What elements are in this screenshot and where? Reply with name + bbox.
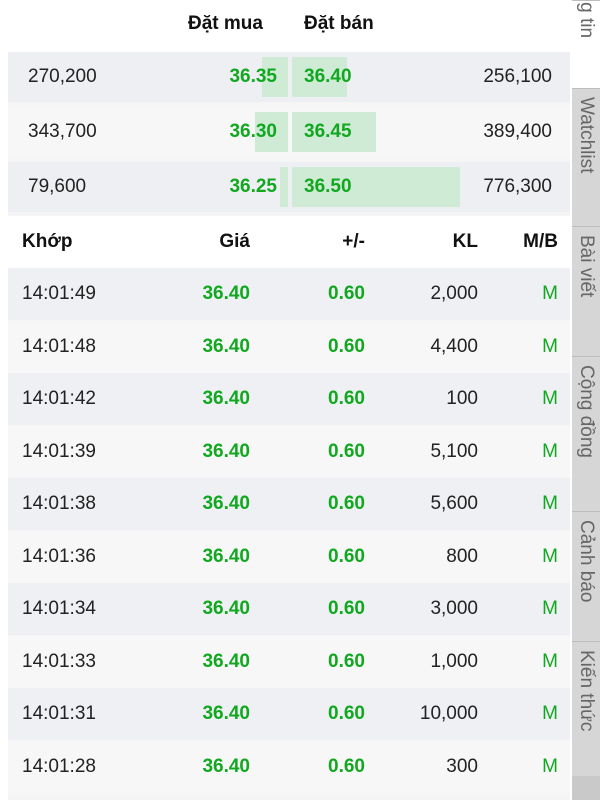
trade-change: 0.60	[328, 493, 365, 514]
side-tab[interactable]: Cảnh báo	[572, 511, 600, 641]
trade-row: 14:01:39 36.40 0.60 5,100 M	[8, 425, 570, 478]
trade-time: 14:01:39	[22, 440, 96, 462]
ask-volume: 776,300	[483, 176, 552, 197]
trade-volume: 100	[446, 388, 478, 409]
side-tab-bar: ông tin Watchlist Bài viết Cộng đồng Cảnh bá…	[572, 0, 600, 800]
trade-row: 14:01:33 36.40 0.60 1,000 M	[8, 635, 570, 688]
trade-row: 14:01:48 36.40 0.60 4,400 M	[8, 320, 570, 373]
side-tab[interactable]: Bài viết	[572, 226, 600, 356]
bid-price: 36.35	[229, 66, 277, 87]
ask-price: 36.40	[304, 66, 352, 87]
trade-volume: 800	[446, 545, 478, 567]
order-book-row: 270,200 36.35 36.40 256,100	[8, 52, 570, 102]
trade-side: M	[542, 598, 558, 619]
trade-time: 14:01:36	[22, 545, 96, 567]
trade-price: 36.40	[202, 283, 250, 304]
ask-header: Đặt bán	[304, 13, 374, 34]
price-header: Giá	[219, 231, 250, 252]
order-book-header: Đặt mua Đặt bán	[8, 0, 570, 52]
ask-price: 36.45	[304, 121, 352, 142]
trade-row: 14:01:31 36.40 0.60 10,000 M	[8, 688, 570, 740]
volume-header: KL	[452, 231, 478, 252]
trade-volume: 300	[446, 755, 478, 777]
trade-volume: 10,000	[419, 703, 478, 724]
side-tab[interactable]: Cộng đồng	[572, 356, 600, 511]
time-header: Khớp	[22, 231, 73, 252]
trade-price: 36.40	[202, 545, 250, 567]
trade-change: 0.60	[328, 755, 365, 777]
bid-volume: 79,600	[28, 176, 87, 197]
trade-row: 14:01:36 36.40 0.60 800 M	[8, 530, 570, 583]
trade-time: 14:01:42	[22, 388, 96, 409]
trade-change: 0.60	[328, 335, 365, 357]
trade-time: 14:01:49	[22, 283, 96, 304]
trade-side: M	[542, 440, 558, 462]
bid-volume: 343,700	[28, 121, 97, 142]
trade-time: 14:01:34	[22, 598, 96, 619]
side-tab[interactable]: Kiến thức	[572, 641, 600, 776]
trade-time: 14:01:48	[22, 335, 96, 357]
trade-change: 0.60	[328, 388, 365, 409]
trade-row: 14:01:38 36.40 0.60 5,600 M	[8, 478, 570, 530]
side-tab-label: Watchlist	[576, 97, 597, 174]
side-tab-label: ông tin	[576, 0, 597, 39]
trade-change: 0.60	[328, 598, 365, 619]
side-tab[interactable]: ông tin	[572, 0, 600, 88]
side-tab-label: Bài viết	[576, 235, 597, 298]
trade-change: 0.60	[328, 283, 365, 304]
trade-price: 36.40	[202, 388, 250, 409]
bid-volume: 270,200	[28, 66, 97, 87]
ask-volume: 389,400	[483, 121, 552, 142]
trade-volume: 4,400	[430, 335, 478, 357]
trade-volume: 3,000	[430, 598, 478, 619]
trade-price: 36.40	[202, 650, 250, 672]
trade-row: 14:01:34 36.40 0.60 3,000 M	[8, 583, 570, 635]
trade-time: 14:01:38	[22, 493, 96, 514]
trade-side: M	[542, 493, 558, 514]
trade-volume: 5,100	[430, 440, 478, 462]
bid-volume-bar	[280, 167, 288, 207]
trade-side: M	[542, 283, 558, 304]
trade-side: M	[542, 650, 558, 672]
trades-header: Khớp Giá +/- KL M/B	[8, 216, 570, 268]
trade-side: M	[542, 703, 558, 724]
trade-side: M	[542, 545, 558, 567]
bid-header: Đặt mua	[188, 13, 263, 34]
trade-price: 36.40	[202, 703, 250, 724]
stock-detail-panel: Đặt mua Đặt bán 270,200 36.35 36.40 256,100…	[8, 0, 570, 800]
trade-row: 14:01:42 36.40 0.60 100 M	[8, 373, 570, 425]
trade-price: 36.40	[202, 335, 250, 357]
trade-volume: 2,000	[430, 283, 478, 304]
trade-price: 36.40	[202, 755, 250, 777]
ask-volume: 256,100	[483, 66, 552, 87]
trade-change: 0.60	[328, 650, 365, 672]
trade-change: 0.60	[328, 545, 365, 567]
side-tab-label: Cảnh báo	[576, 520, 597, 603]
side-tab-label: Kiến thức	[576, 650, 597, 732]
trade-price: 36.40	[202, 493, 250, 514]
side-header: M/B	[523, 231, 558, 252]
trade-time: 14:01:31	[22, 703, 96, 724]
bid-price: 36.25	[229, 176, 277, 197]
trade-price: 36.40	[202, 598, 250, 619]
trade-change: 0.60	[328, 440, 365, 462]
trade-side: M	[542, 755, 558, 777]
trade-side: M	[542, 388, 558, 409]
trade-change: 0.60	[328, 703, 365, 724]
trade-volume: 1,000	[430, 650, 478, 672]
side-tab[interactable]: Watchlist	[572, 88, 600, 226]
order-book-row: 79,600 36.25 36.50 776,300	[8, 162, 570, 212]
trade-side: M	[542, 335, 558, 357]
trade-row: 14:01:28 36.40 0.60 300 M	[8, 740, 570, 793]
ask-price: 36.50	[304, 176, 352, 197]
trade-volume: 5,600	[430, 493, 478, 514]
trade-price: 36.40	[202, 440, 250, 462]
trade-time: 14:01:28	[22, 755, 96, 777]
side-tab-label: Cộng đồng	[576, 365, 597, 458]
trade-time: 14:01:33	[22, 650, 96, 672]
change-header: +/-	[342, 231, 365, 252]
trade-row: 14:01:49 36.40 0.60 2,000 M	[8, 268, 570, 320]
order-book-row: 343,700 36.30 36.45 389,400	[8, 107, 570, 157]
bid-price: 36.30	[229, 121, 277, 142]
